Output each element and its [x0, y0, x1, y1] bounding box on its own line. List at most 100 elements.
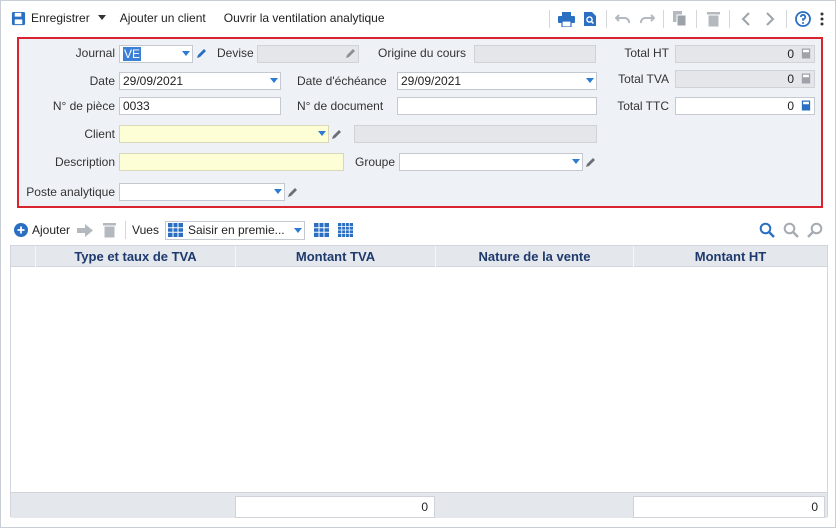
calculator-icon[interactable] [801, 100, 811, 111]
chevron-down-icon [182, 51, 190, 56]
num-document-field[interactable] [397, 97, 597, 115]
date-field[interactable]: 29/09/2021 [119, 72, 281, 90]
num-piece-field[interactable]: 0033 [119, 97, 281, 115]
date-echeance-label: Date d'échéance [297, 74, 387, 88]
toolbar-divider [606, 10, 607, 28]
move-right-icon[interactable] [74, 219, 96, 241]
date-value: 29/09/2021 [123, 74, 184, 88]
delete-icon[interactable] [702, 8, 724, 30]
column-header-montant-tva[interactable]: Montant TVA [235, 246, 435, 267]
pencil-icon[interactable] [196, 47, 208, 59]
add-client-button[interactable]: Ajouter un client [116, 6, 210, 30]
print-icon[interactable] [555, 8, 577, 30]
vues-select[interactable]: Saisir en premie... [164, 220, 305, 240]
grid-search-actions [755, 219, 827, 241]
vues-value: Saisir en premie... [187, 223, 285, 237]
date-echeance-field[interactable]: 29/09/2021 [397, 72, 597, 90]
column-header-type-taux-tva[interactable]: Type et taux de TVA [35, 246, 235, 267]
toolbar-divider [729, 10, 730, 28]
total-ht-field: 0 [675, 45, 815, 63]
chevron-down-icon [318, 131, 326, 136]
column-header-nature-vente[interactable]: Nature de la vente [435, 246, 633, 267]
description-label: Description [54, 155, 115, 169]
pencil-icon [346, 49, 355, 58]
help-icon[interactable] [792, 8, 814, 30]
chevron-down-icon [572, 159, 580, 164]
delete-icon[interactable] [98, 219, 120, 241]
sales-entry-window: Enregistrer Ajouter un client Ouvrir la … [0, 0, 836, 528]
grid-toolbar: Ajouter Vues Saisir en premie... [11, 217, 827, 243]
toolbar-divider [786, 10, 787, 28]
poste-analytique-select[interactable] [119, 183, 285, 201]
grid-view-icon [167, 223, 183, 237]
total-ht-label: Total HT [624, 46, 669, 60]
grid-settings-icon[interactable] [311, 219, 333, 241]
more-options-icon[interactable] [816, 8, 828, 30]
calculator-icon [801, 48, 811, 59]
toolbar-divider [125, 221, 127, 239]
journal-select[interactable]: VE [119, 45, 193, 63]
save-dropdown-button[interactable] [94, 6, 114, 30]
client-label: Client [84, 127, 115, 141]
devise-field [257, 45, 359, 63]
date-echeance-value: 29/09/2021 [401, 74, 462, 88]
pencil-icon[interactable] [331, 128, 343, 140]
chevron-down-icon [293, 227, 302, 233]
save-icon [11, 11, 26, 25]
num-document-label: N° de document [297, 99, 384, 113]
copy-icon[interactable] [669, 8, 691, 30]
total-ttc-field[interactable]: 0 [675, 97, 815, 115]
search-next-icon[interactable] [804, 219, 826, 241]
num-piece-label: N° de pièce [52, 99, 115, 113]
chevron-down-icon [97, 15, 106, 20]
total-ttc-label: Total TTC [617, 99, 669, 113]
undo-icon[interactable] [612, 8, 634, 30]
vat-lines-grid[interactable]: Type et taux de TVA Montant TVA Nature d… [10, 245, 828, 518]
client-name-field [354, 125, 597, 143]
previous-icon[interactable] [735, 8, 757, 30]
total-tva-field: 0 [675, 70, 815, 88]
add-line-label: Ajouter [32, 223, 71, 237]
next-icon[interactable] [759, 8, 781, 30]
montant-tva-total: 0 [235, 496, 435, 518]
devise-label: Devise [217, 46, 254, 60]
journal-value: VE [123, 47, 142, 61]
origine-cours-label: Origine du cours [378, 46, 467, 60]
poste-analytique-label: Poste analytique [26, 185, 115, 199]
chevron-down-icon [274, 189, 282, 194]
print-preview-icon[interactable] [579, 8, 601, 30]
toolbar-divider [696, 10, 697, 28]
main-toolbar: Enregistrer Ajouter un client Ouvrir la … [1, 1, 835, 35]
toolbar-right-actions [545, 7, 829, 31]
pencil-icon[interactable] [585, 156, 597, 168]
vues-label: Vues [132, 223, 159, 237]
entry-header-form: Journal VE Devise Origine du cours Total… [17, 37, 823, 208]
client-select[interactable] [119, 125, 329, 143]
add-line-button[interactable]: Ajouter [11, 218, 73, 242]
journal-label: Journal [75, 46, 115, 60]
search-icon[interactable] [756, 219, 778, 241]
pencil-icon[interactable] [287, 186, 299, 198]
toolbar-divider [549, 10, 550, 28]
date-label: Date [89, 74, 115, 88]
toolbar-divider [663, 10, 664, 28]
add-circle-icon [14, 223, 28, 237]
description-field[interactable] [119, 153, 344, 171]
chevron-down-icon [270, 78, 278, 83]
search-previous-icon[interactable] [780, 219, 802, 241]
origine-cours-field [474, 45, 596, 63]
redo-icon[interactable] [636, 8, 658, 30]
grid-header: Type et taux de TVA Montant TVA Nature d… [11, 246, 827, 267]
save-label: Enregistrer [31, 11, 90, 25]
groupe-label: Groupe [355, 155, 396, 169]
groupe-select[interactable] [399, 153, 583, 171]
open-ventilation-button[interactable]: Ouvrir la ventilation analytique [220, 6, 389, 30]
total-tva-label: Total TVA [618, 72, 669, 86]
montant-ht-total: 0 [633, 496, 825, 518]
column-header-montant-ht[interactable]: Montant HT [633, 246, 827, 267]
calculator-icon [801, 73, 811, 84]
grid-footer-totals: 0 0 [11, 492, 827, 518]
grid-layout-icon[interactable] [335, 219, 357, 241]
save-button[interactable]: Enregistrer [7, 6, 94, 30]
chevron-down-icon [586, 78, 594, 83]
